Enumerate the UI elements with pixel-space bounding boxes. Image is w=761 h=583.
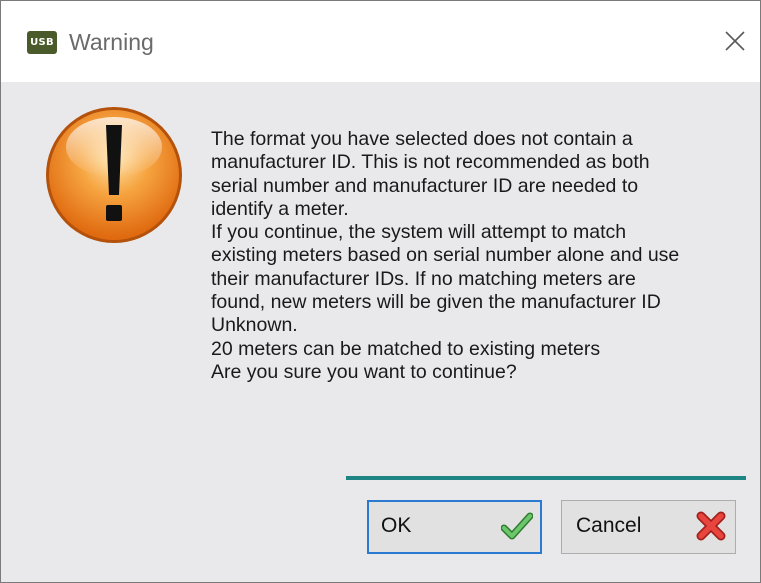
cancel-button-label: Cancel [576,514,642,537]
red-x-icon [696,511,726,547]
app-icon: USB [27,31,57,54]
warning-dialog: USB Warning The format you have selected… [0,0,761,583]
warning-exclamation-icon [44,105,184,250]
ok-button-label: OK [381,514,412,537]
accent-divider [346,476,746,480]
warning-message: The format you have selected does not co… [211,128,680,383]
title-bar: USB Warning [1,1,760,82]
cancel-button[interactable]: Cancel [561,500,736,554]
close-icon [725,31,745,51]
green-check-icon [500,512,534,548]
ok-button[interactable]: OK [367,500,542,554]
window-title: Warning [69,29,154,55]
close-button[interactable] [719,25,751,57]
